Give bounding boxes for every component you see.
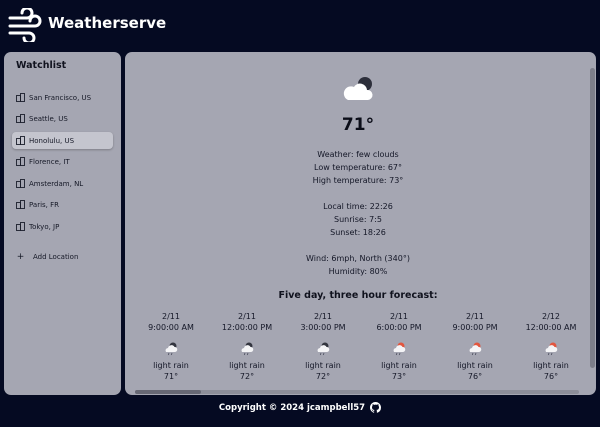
horizontal-scrollbar-thumb[interactable] — [135, 390, 201, 394]
building-icon — [16, 222, 25, 231]
weather-description: Weather: few clouds — [317, 150, 399, 159]
forecast-date: 2/11 — [238, 312, 256, 321]
copyright-text: Copyright © 2024 jcampbell57 — [218, 402, 366, 413]
sidebar-item-seattle[interactable]: Seattle, US — [12, 110, 113, 127]
sidebar-item-label: Honolulu, US — [29, 136, 75, 145]
light-rain-sun-icon — [545, 342, 558, 356]
forecast-title: Five day, three hour forecast: — [278, 290, 438, 301]
app-header: Weatherserve — [0, 0, 600, 50]
wind: Wind: 6mph, North (340°) — [306, 254, 410, 263]
plus-icon: + — [16, 252, 25, 262]
light-rain-day-icon — [317, 342, 330, 356]
sidebar-item-honolulu[interactable]: Honolulu, US — [12, 132, 113, 149]
watchlist-title: Watchlist — [16, 60, 67, 71]
forecast-card: 2/12 12:00:00 AM light rain 76° — [513, 311, 589, 382]
forecast-date: 2/11 — [162, 312, 180, 321]
forecast-date: 2/11 — [314, 312, 332, 321]
sidebar-item-tokyo[interactable]: Tokyo, JP — [12, 218, 113, 235]
sidebar-item-label: Amsterdam, NL — [29, 179, 84, 188]
building-icon — [16, 93, 25, 102]
add-location-button[interactable]: + Add Location — [16, 252, 79, 262]
wind-logo-icon — [8, 8, 42, 42]
high-temperature: High temperature: 73° — [312, 176, 404, 185]
forecast-time: 3:00:00 PM — [300, 323, 346, 332]
forecast-temperature: 72° — [239, 372, 255, 381]
forecast-time: 12:00:00 PM — [221, 323, 273, 332]
forecast-temperature: 72° — [315, 372, 331, 381]
forecast-temperature: 76° — [543, 372, 559, 381]
forecast-description: light rain — [153, 361, 189, 370]
forecast-time: 9:00:00 PM — [452, 323, 498, 332]
forecast-card: 2/11 9:00:00 AM light rain 71° — [133, 311, 209, 382]
forecast-time: 9:00:00 AM — [148, 323, 194, 332]
sidebar-item-label: Tokyo, JP — [29, 222, 60, 231]
forecast-time: 12:00:00 AM — [525, 323, 577, 332]
forecast-description: light rain — [457, 361, 493, 370]
forecast-card: 2/11 3:00:00 PM light rain 72° — [285, 311, 361, 382]
footer: Copyright © 2024 jcampbell57 — [0, 402, 600, 413]
building-icon — [16, 136, 25, 145]
current-temperature: 71° — [341, 115, 375, 135]
sunrise: Sunrise: 7:5 — [334, 215, 382, 224]
app-title[interactable]: Weatherserve — [48, 14, 166, 32]
weather-panel: 71° Weather: few clouds Low temperature:… — [125, 52, 596, 395]
building-icon — [16, 200, 25, 209]
forecast-temperature: 76° — [467, 372, 483, 381]
sidebar-item-label: Florence, IT — [29, 157, 70, 166]
sidebar-item-amsterdam[interactable]: Amsterdam, NL — [12, 175, 113, 192]
light-rain-day-icon — [165, 342, 178, 356]
light-rain-sun-icon — [393, 342, 406, 356]
github-icon[interactable] — [370, 402, 382, 413]
light-rain-sun-icon — [469, 342, 482, 356]
sidebar-item-label: Paris, FR — [29, 200, 60, 209]
forecast-temperature: 71° — [163, 372, 179, 381]
sidebar-item-paris[interactable]: Paris, FR — [12, 196, 113, 213]
vertical-scrollbar-thumb[interactable] — [590, 68, 595, 368]
sidebar-item-label: San Francisco, US — [29, 93, 92, 102]
forecast-description: light rain — [533, 361, 569, 370]
building-icon — [16, 114, 25, 123]
forecast-date: 2/11 — [390, 312, 408, 321]
forecast-date: 2/12 — [542, 312, 560, 321]
forecast-time: 6:00:00 PM — [376, 323, 422, 332]
forecast-description: light rain — [229, 361, 265, 370]
forecast-description: light rain — [305, 361, 341, 370]
sidebar-item-label: Seattle, US — [29, 114, 68, 123]
low-temperature: Low temperature: 67° — [314, 163, 402, 172]
horizontal-scrollbar[interactable] — [135, 390, 579, 394]
watchlist-sidebar: Watchlist San Francisco, US Seattle, US … — [4, 52, 121, 395]
add-location-label: Add Location — [33, 253, 79, 261]
local-time: Local time: 22:26 — [323, 202, 393, 211]
sunset: Sunset: 18:26 — [330, 228, 386, 237]
building-icon — [16, 157, 25, 166]
forecast-description: light rain — [381, 361, 417, 370]
light-rain-day-icon — [241, 342, 254, 356]
forecast-card: 2/11 9:00:00 PM light rain 76° — [437, 311, 513, 382]
sidebar-item-san-francisco[interactable]: San Francisco, US — [12, 89, 113, 106]
humidity: Humidity: 80% — [328, 267, 388, 276]
forecast-date: 2/11 — [466, 312, 484, 321]
forecast-card: 2/11 12:00:00 PM light rain 72° — [209, 311, 285, 382]
building-icon — [16, 179, 25, 188]
sidebar-item-florence[interactable]: Florence, IT — [12, 153, 113, 170]
few-clouds-night-icon — [343, 77, 373, 100]
forecast-temperature: 73° — [391, 372, 407, 381]
forecast-card: 2/11 6:00:00 PM light rain 73° — [361, 311, 437, 382]
